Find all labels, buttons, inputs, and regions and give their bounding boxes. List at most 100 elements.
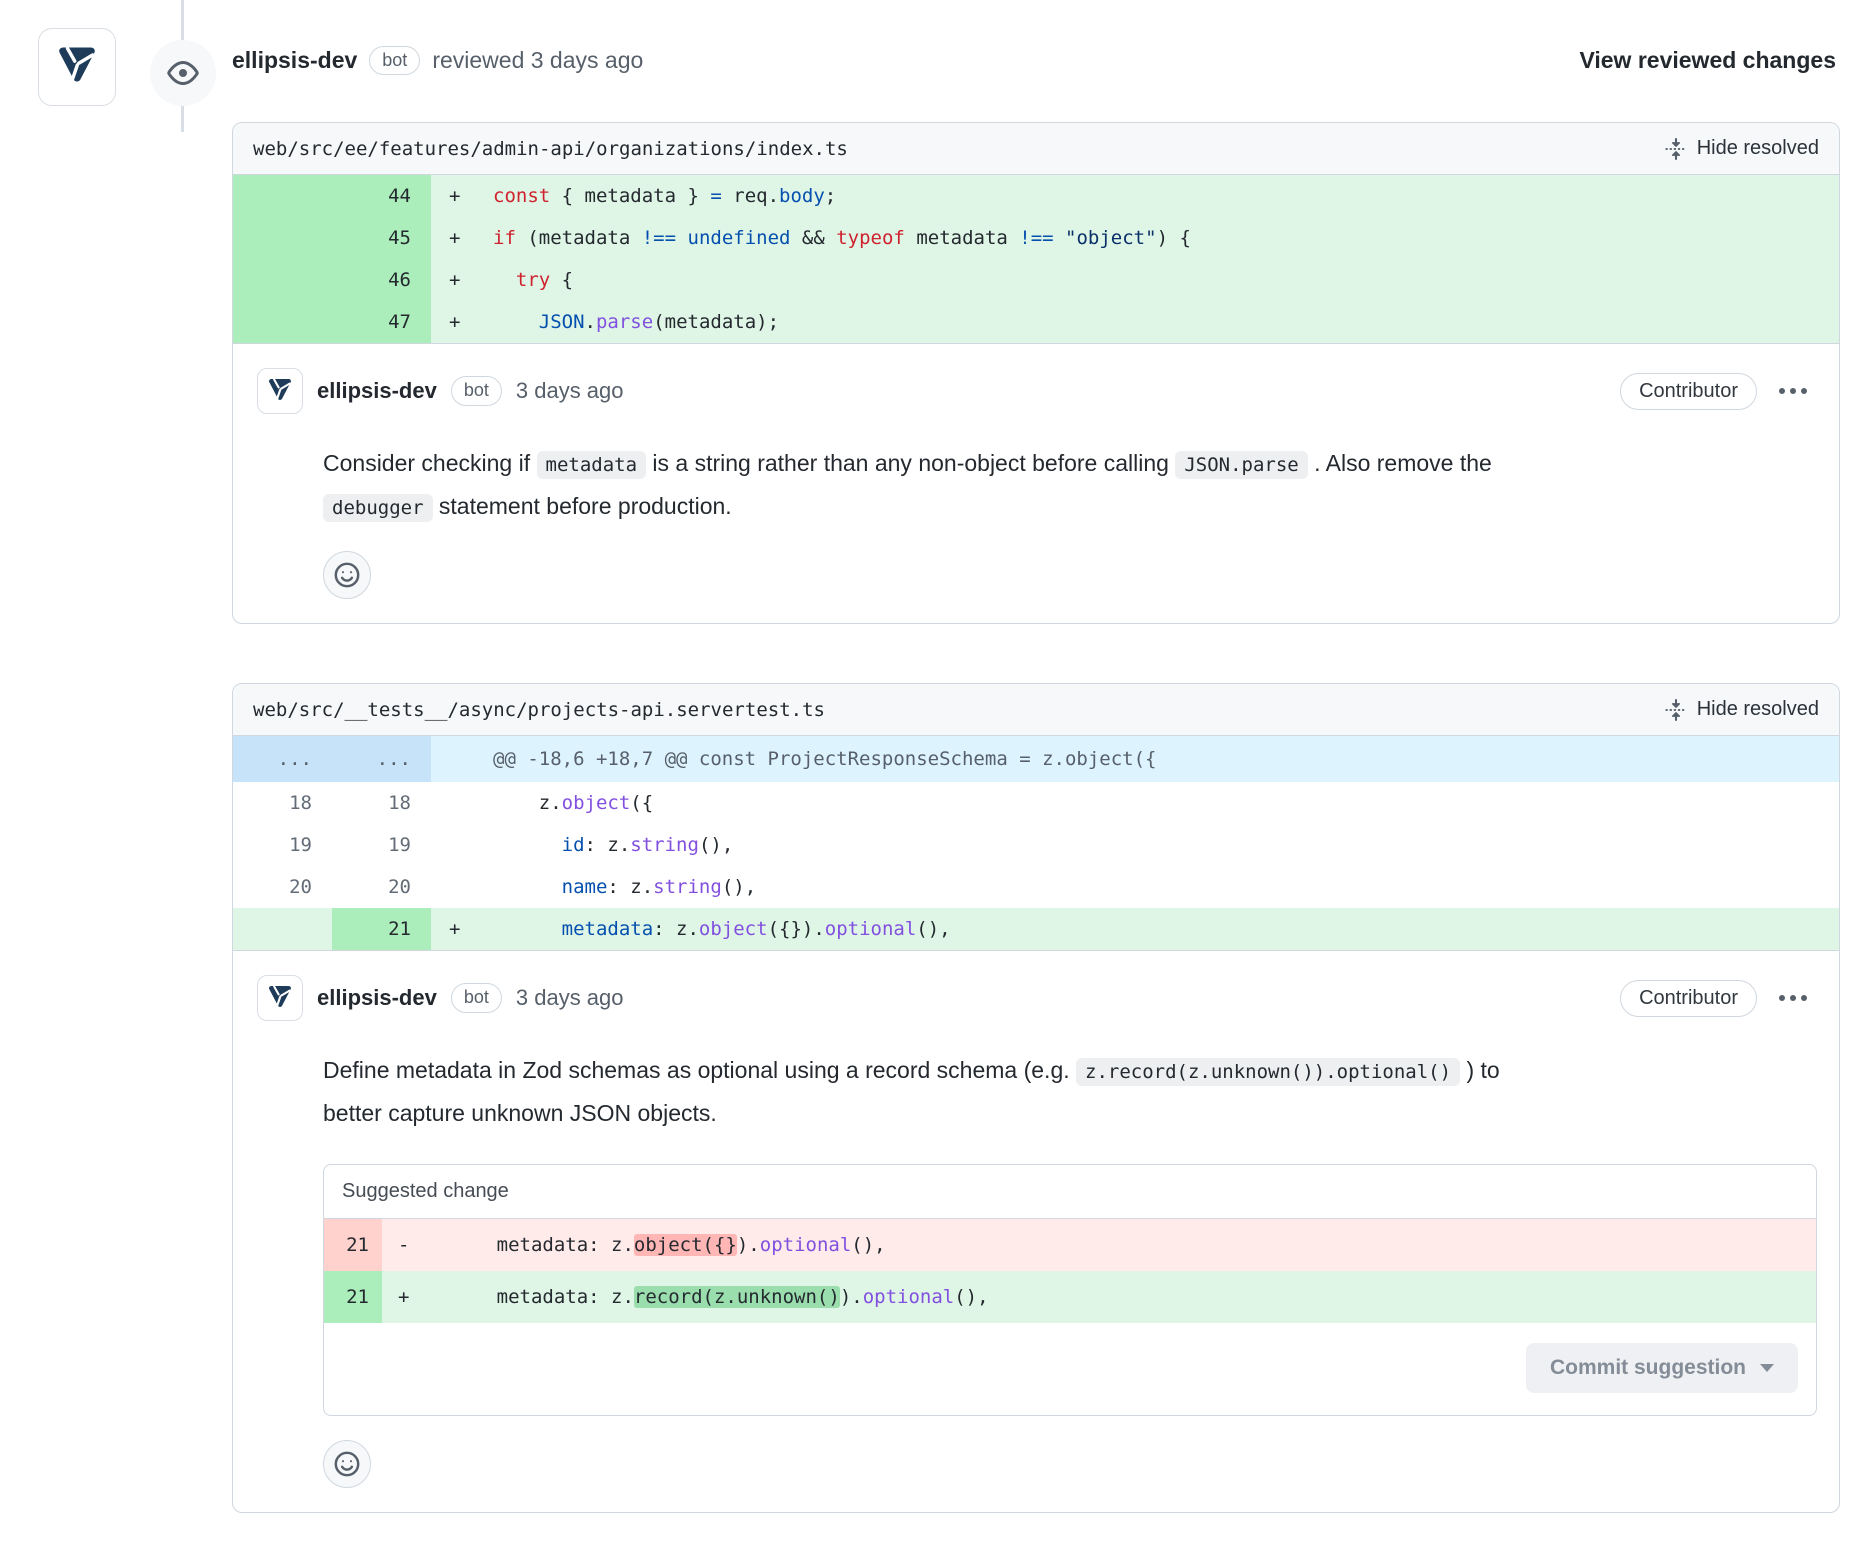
comment-bot-badge: bot: [451, 983, 502, 1012]
inline-code: JSON.parse: [1175, 451, 1307, 479]
code-segment: (),: [954, 1286, 988, 1308]
kebab-menu-button[interactable]: [1771, 378, 1815, 404]
comment-bot-badge: bot: [451, 376, 502, 405]
hunk-row: ......@@ -18,6 +18,7 @@ const ProjectRes…: [233, 736, 1839, 782]
code-segment: optional: [825, 918, 917, 940]
diff-marker: +: [431, 217, 477, 259]
code-segment: ({: [630, 792, 653, 814]
review-comment: ellipsis-dev bot 3 days ago Contributor …: [233, 343, 1839, 623]
code-segment: ({}).: [768, 918, 825, 940]
code-segment: (),: [699, 834, 733, 856]
diff-row: 1919 id: z.string(),: [233, 824, 1839, 866]
line-number-old: 20: [233, 866, 332, 908]
code-segment: ) {: [1157, 227, 1191, 249]
code-segment: [493, 834, 562, 856]
line-number-new: 46: [332, 259, 431, 301]
view-reviewed-changes-link[interactable]: View reviewed changes: [1579, 47, 1836, 74]
code-segment: [493, 311, 539, 333]
code-segment: parse: [596, 311, 653, 333]
diff-row: 46+ try {: [233, 259, 1839, 301]
code-line: z.object({: [477, 782, 1839, 824]
comment-header: ellipsis-dev bot 3 days ago Contributor: [257, 975, 1815, 1021]
line-number: 21: [324, 1219, 382, 1271]
code-segment: : z.: [653, 918, 699, 940]
hide-resolved-label: Hide resolved: [1697, 698, 1819, 721]
review-author[interactable]: ellipsis-dev: [232, 47, 357, 74]
comment-avatar[interactable]: [257, 975, 303, 1021]
comment-author[interactable]: ellipsis-dev: [317, 378, 437, 404]
diff-table: 44+const { metadata } = req.body;45+if (…: [233, 175, 1839, 343]
commit-suggestion-label: Commit suggestion: [1550, 1356, 1746, 1380]
reaction-smiley-button[interactable]: [323, 551, 371, 599]
comment-text-segment: better capture unknown JSON objects.: [323, 1100, 717, 1126]
kebab-icon: [1779, 388, 1785, 394]
line-number-new: 18: [332, 782, 431, 824]
line-number-old: [233, 908, 332, 950]
code-segment: (),: [722, 876, 756, 898]
file-path[interactable]: web/src/ee/features/admin-api/organizati…: [253, 138, 848, 160]
ellipsis-logo-icon: [264, 375, 296, 407]
diff-marker: +: [431, 175, 477, 217]
line-number-old: [233, 301, 332, 343]
comment-text-segment: Define metadata in Zod schemas as option…: [323, 1057, 1076, 1083]
dropdown-caret-icon: [1760, 1364, 1774, 1372]
code-segment: (metadata);: [653, 311, 779, 333]
comment-author[interactable]: ellipsis-dev: [317, 985, 437, 1011]
code-segment: : z.: [607, 876, 653, 898]
comment-body: Define metadata in Zod schemas as option…: [323, 1049, 1815, 1134]
eye-icon-badge: [150, 40, 216, 106]
code-segment: [493, 918, 562, 940]
diff-table: ......@@ -18,6 +18,7 @@ const ProjectRes…: [233, 736, 1839, 950]
comment-text-segment: Consider checking if: [323, 450, 537, 476]
contributor-badge: Contributor: [1620, 373, 1757, 410]
code-segment: &&: [790, 227, 836, 249]
code-segment: if: [493, 227, 516, 249]
code-segment: : z.: [585, 834, 631, 856]
hide-resolved-button[interactable]: Hide resolved: [1665, 137, 1819, 160]
line-number-old: ...: [233, 736, 332, 782]
diff-row: 2020 name: z.string(),: [233, 866, 1839, 908]
line-number-new: 19: [332, 824, 431, 866]
code-segment: {: [550, 269, 573, 291]
review-card: web/src/__tests__/async/projects-api.ser…: [232, 683, 1840, 1513]
code-segment: .: [585, 311, 596, 333]
code-segment: object: [562, 792, 631, 814]
kebab-menu-button[interactable]: [1771, 985, 1815, 1011]
diff-marker: [431, 782, 477, 824]
ellipsis-logo-icon: [264, 982, 296, 1014]
code-segment: typeof: [836, 227, 905, 249]
suggestion-footer: Commit suggestion: [324, 1323, 1816, 1415]
code-segment: optional: [760, 1234, 852, 1256]
fold-icon: [1665, 138, 1687, 160]
line-number-old: 18: [233, 782, 332, 824]
inline-code: debugger: [323, 494, 433, 522]
code-segment: [676, 227, 687, 249]
comment-timestamp[interactable]: 3 days ago: [516, 985, 624, 1011]
suggestion-row: 21+ metadata: z.record(z.unknown()).opti…: [324, 1271, 1816, 1323]
comment-text-segment: . Also remove the: [1308, 450, 1492, 476]
code-segment: z.: [493, 792, 562, 814]
reaction-smiley-button[interactable]: [323, 1440, 371, 1488]
code-line: @@ -18,6 +18,7 @@ const ProjectResponseS…: [477, 736, 1839, 782]
code-segment: undefined: [688, 227, 791, 249]
code-line: metadata: z.record(z.unknown()).optional…: [428, 1271, 1816, 1323]
comment-avatar[interactable]: [257, 368, 303, 414]
suggestion-diff: 21- metadata: z.object({}).optional(),21…: [324, 1219, 1816, 1323]
code-segment: =: [710, 185, 721, 207]
code-line: JSON.parse(metadata);: [477, 301, 1839, 343]
code-line: const { metadata } = req.body;: [477, 175, 1839, 217]
hide-resolved-button[interactable]: Hide resolved: [1665, 698, 1819, 721]
code-line: name: z.string(),: [477, 866, 1839, 908]
file-path[interactable]: web/src/__tests__/async/projects-api.ser…: [253, 699, 825, 721]
commit-suggestion-button[interactable]: Commit suggestion: [1526, 1343, 1798, 1393]
comment-header: ellipsis-dev bot 3 days ago Contributor: [257, 368, 1815, 414]
code-segment: [493, 876, 562, 898]
comment-text-segment: is a string rather than any non-object b…: [646, 450, 1175, 476]
hunk-text: @@ -18,6 +18,7 @@ const ProjectResponseS…: [493, 748, 1156, 770]
diff-row: 21+ metadata: z.object({}).optional(),: [233, 908, 1839, 950]
review-comment: ellipsis-dev bot 3 days ago Contributor …: [233, 950, 1839, 1512]
comment-timestamp[interactable]: 3 days ago: [516, 378, 624, 404]
review-avatar[interactable]: [38, 28, 116, 106]
code-segment: !==: [1019, 227, 1053, 249]
fold-icon: [1665, 699, 1687, 721]
